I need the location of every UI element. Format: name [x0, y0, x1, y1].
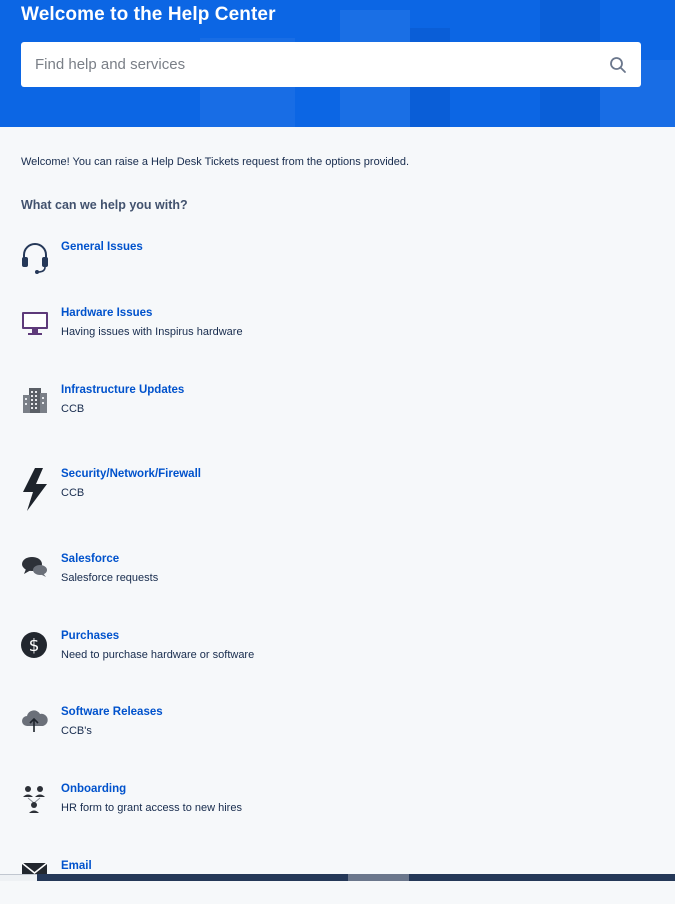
- request-type-title[interactable]: Security/Network/Firewall: [61, 468, 201, 480]
- request-type-onboarding[interactable]: Onboarding HR form to grant access to ne…: [21, 783, 621, 827]
- chat-bubbles-icon: [21, 553, 49, 589]
- request-type-purchases[interactable]: $ Purchases Need to purchase hardware or…: [21, 630, 621, 674]
- search-input[interactable]: [35, 56, 609, 73]
- request-type-description: CCB's: [61, 725, 92, 737]
- dollar-icon: $: [21, 630, 49, 666]
- headset-icon: [21, 241, 49, 277]
- page-title: Welcome to the Help Center: [21, 4, 276, 25]
- request-type-description: Need to purchase hardware or software: [61, 649, 255, 661]
- monitor-icon: [21, 307, 49, 343]
- request-type-title[interactable]: Email: [61, 860, 92, 872]
- request-type-email[interactable]: Email: [21, 860, 621, 904]
- request-type-software-releases[interactable]: Software Releases CCB's: [21, 706, 621, 750]
- request-type-title[interactable]: Infrastructure Updates: [61, 384, 184, 396]
- cloud-upload-icon: [21, 706, 49, 742]
- request-type-description: Having issues with Inspirus hardware: [61, 326, 243, 338]
- request-type-description: CCB: [61, 403, 85, 415]
- request-type-hardware-issues[interactable]: Hardware Issues Having issues with Inspi…: [21, 307, 621, 351]
- footer-edge: [0, 874, 37, 881]
- request-type-title[interactable]: Software Releases: [61, 706, 163, 718]
- section-heading: What can we help you with?: [21, 198, 188, 212]
- lightning-icon: [21, 468, 49, 511]
- request-type-title[interactable]: General Issues: [61, 241, 143, 253]
- request-type-security-network-firewall[interactable]: Security/Network/Firewall CCB: [21, 468, 621, 512]
- search-icon[interactable]: [609, 56, 627, 74]
- help-center-header: Welcome to the Help Center: [0, 0, 675, 127]
- request-type-description: Salesforce requests: [61, 572, 159, 584]
- request-type-title[interactable]: Purchases: [61, 630, 119, 642]
- welcome-message: Welcome! You can raise a Help Desk Ticke…: [21, 156, 410, 168]
- people-icon: [21, 783, 49, 819]
- request-type-title[interactable]: Onboarding: [61, 783, 126, 795]
- request-type-description: HR form to grant access to new hires: [61, 802, 242, 814]
- search-box[interactable]: [21, 42, 641, 87]
- request-type-general-issues[interactable]: General Issues: [21, 241, 621, 285]
- scrollbar-thumb[interactable]: [348, 874, 409, 881]
- request-type-title[interactable]: Salesforce: [61, 553, 119, 565]
- request-type-title[interactable]: Hardware Issues: [61, 307, 152, 319]
- request-type-infrastructure-updates[interactable]: Infrastructure Updates CCB: [21, 384, 621, 428]
- request-type-description: CCB: [61, 487, 85, 499]
- svg-text:$: $: [29, 636, 40, 656]
- building-icon: [21, 384, 49, 420]
- request-type-salesforce[interactable]: Salesforce Salesforce requests: [21, 553, 621, 597]
